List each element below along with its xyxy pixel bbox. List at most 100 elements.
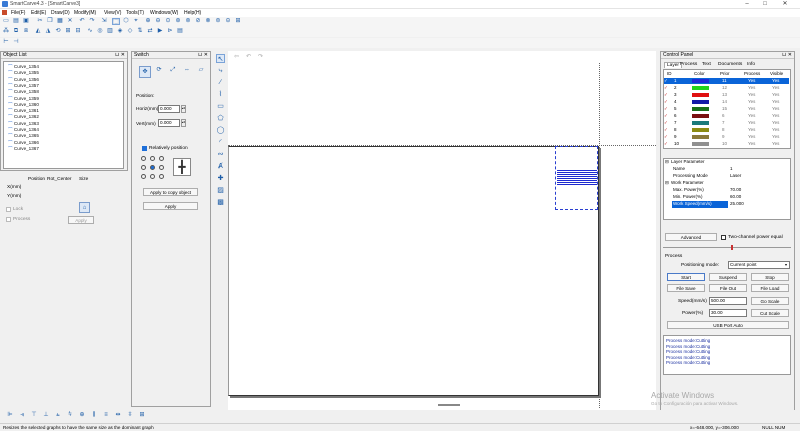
line-tool-icon[interactable]: ∕	[216, 78, 225, 87]
polygon-tool-icon[interactable]: ⬠	[216, 114, 225, 123]
selected-objects[interactable]	[555, 146, 598, 210]
tree-item[interactable]: ⌒ Curve_1366	[8, 140, 39, 146]
distribute-h-icon[interactable]: ⫼	[90, 412, 98, 419]
collapse-icon[interactable]: ⊟	[665, 159, 669, 166]
save-icon[interactable]: ▣	[22, 18, 30, 25]
align-right-edge-icon[interactable]: ⫣	[18, 412, 26, 419]
switch-apply-button[interactable]: Apply	[143, 202, 198, 210]
menu-modify[interactable]: Modify(M)	[74, 10, 96, 16]
horiz-input[interactable]: 0.000	[158, 105, 180, 113]
menu-edit[interactable]: Edit(E)	[31, 10, 46, 16]
tree-item[interactable]: ⌒ Curve_1356	[8, 77, 39, 83]
size-mode-icon[interactable]: ⇔	[182, 67, 192, 77]
point-tool-icon[interactable]: ✚	[216, 174, 225, 183]
skew-mode-icon[interactable]: ▱	[196, 67, 206, 77]
layer-color-swatch[interactable]	[692, 142, 709, 146]
align-top-edge-icon[interactable]: ⊤	[30, 412, 38, 419]
layer-row[interactable]: ✓ 3 13 Yes Yes	[664, 92, 789, 98]
layer-row[interactable]: ✓ 5 15 Yes Yes	[664, 106, 789, 112]
redo-icon[interactable]: ↷	[88, 18, 96, 25]
flip-icon[interactable]: ⇄	[146, 28, 154, 35]
rotate-mode-icon[interactable]: ⟳	[154, 67, 164, 77]
switch-close-icon[interactable]: ✕	[204, 52, 208, 58]
file-out-button[interactable]: File Out	[709, 284, 747, 292]
relative-position-checkbox[interactable]	[142, 146, 147, 151]
layer-row[interactable]: ✓ 10 10 Yes Yes	[664, 141, 789, 147]
tree-item[interactable]: ⌒ Curve_1365	[8, 133, 39, 139]
check-icon[interactable]: ✓	[664, 92, 668, 98]
param-value[interactable]: 1	[730, 166, 733, 173]
new-file-icon[interactable]: ▭	[2, 18, 10, 25]
offset-icon[interactable]: ◎	[96, 28, 104, 35]
tree-item[interactable]: ⌒ Curve_1357	[8, 83, 39, 89]
copy-icon[interactable]: ❐	[46, 18, 54, 25]
anchor-br[interactable]	[159, 174, 164, 179]
layer-row[interactable]: ✓ 8 8 Yes Yes	[664, 127, 789, 133]
anchor-tl[interactable]	[141, 156, 146, 161]
anchor-grid[interactable]	[141, 156, 166, 181]
cut-scale-button[interactable]: Cut Scale	[751, 309, 789, 317]
barcode-tool-icon[interactable]: ▩	[216, 198, 225, 207]
close-button[interactable]: ✕	[778, 0, 792, 9]
check-icon[interactable]: ✓	[664, 113, 668, 119]
param-row[interactable]: Work Speed(mm/s) 25.000	[664, 201, 789, 208]
layer-color-swatch[interactable]	[692, 79, 709, 83]
menu-help[interactable]: Help(H)	[184, 10, 201, 16]
preview-icon[interactable]: ▶	[156, 28, 164, 35]
tree-item[interactable]: ⌒ Curve_1354	[8, 64, 39, 70]
align-left-edge-icon[interactable]: ⊫	[6, 412, 14, 419]
param-value[interactable]: 25.000	[730, 201, 744, 208]
panel-pin-icon[interactable]: ⊔	[115, 52, 119, 58]
minimize-button[interactable]: –	[740, 0, 754, 9]
param-value[interactable]: 70.00	[730, 187, 741, 194]
speed-input[interactable]: 500.00	[709, 297, 747, 305]
param-value[interactable]: 60.00	[730, 194, 741, 201]
anchor-bc[interactable]	[150, 174, 155, 179]
check-icon[interactable]: ✓	[664, 127, 668, 133]
layer-row[interactable]: ✓ 4 14 Yes Yes	[664, 99, 789, 105]
menu-windows[interactable]: Windows(W)	[150, 10, 178, 16]
layer-color-swatch[interactable]	[692, 100, 709, 104]
tree-item[interactable]: ⌒ Curve_1359	[8, 96, 39, 102]
curve-tool-icon[interactable]: ∾	[216, 150, 225, 159]
tab-text[interactable]: Text	[702, 62, 711, 67]
select-tool-icon[interactable]: ↖	[216, 54, 225, 63]
cut-icon[interactable]: ✂	[36, 18, 44, 25]
layer-color-swatch[interactable]	[692, 114, 709, 118]
switch-pin-icon[interactable]: ⊔	[198, 52, 202, 58]
layer-icon[interactable]: ▤	[176, 28, 184, 35]
sort-icon[interactable]: ⇅	[136, 28, 144, 35]
file-save-button[interactable]: File Save	[667, 284, 705, 292]
anchor-ml[interactable]	[141, 165, 146, 170]
zoom-in-icon[interactable]: ⊕	[144, 18, 152, 25]
move-mode-icon[interactable]: ✥	[139, 66, 151, 78]
layer-table[interactable]: ID Color Prior Process Visible ✓ 1 11 Yes Ye…	[663, 69, 791, 149]
arc-tool-icon[interactable]: ◜	[216, 138, 225, 147]
layer-color-swatch[interactable]	[692, 107, 709, 111]
menu-draw[interactable]: Draw(D)	[51, 10, 70, 16]
layer-row[interactable]: ✓ 6 6 Yes Yes	[664, 113, 789, 119]
param-row[interactable]: Min. Power(%) 60.00	[664, 194, 789, 201]
zoom-out-icon[interactable]: ⊖	[154, 18, 162, 25]
layer-row[interactable]: ✓ 7 7 Yes Yes	[664, 120, 789, 126]
tab-documents[interactable]: Documents	[718, 62, 742, 67]
vert-input[interactable]: 0.000	[158, 119, 180, 127]
splitter-handle[interactable]	[731, 245, 733, 250]
align-center-icon[interactable]: ⊕	[78, 412, 86, 419]
tab-process[interactable]: Process	[680, 62, 697, 67]
power-input[interactable]: 30.00	[709, 309, 747, 317]
layer-row[interactable]: ✓ 1 11 Yes Yes	[664, 78, 789, 84]
delete-icon[interactable]: ✕	[66, 18, 74, 25]
align-left-icon[interactable]: ⊢	[2, 39, 10, 46]
param-row[interactable]: Name 1	[664, 166, 789, 173]
zoom-next-icon[interactable]: ⊞	[234, 18, 242, 25]
select-all-icon[interactable]: ⬚	[112, 18, 120, 25]
rectangle-tool-icon[interactable]: ▭	[216, 102, 225, 111]
same-width-icon[interactable]: ⇹	[114, 412, 122, 419]
work-area[interactable]	[228, 146, 599, 396]
layer-row[interactable]: ✓ 9 9 Yes Yes	[664, 134, 789, 140]
advanced-button[interactable]: Advanced	[665, 233, 717, 241]
menu-file[interactable]: File(F)	[11, 10, 25, 16]
zoom-fit-icon[interactable]: ⊙	[164, 18, 172, 25]
rotate-icon[interactable]: ⟲	[54, 28, 62, 35]
